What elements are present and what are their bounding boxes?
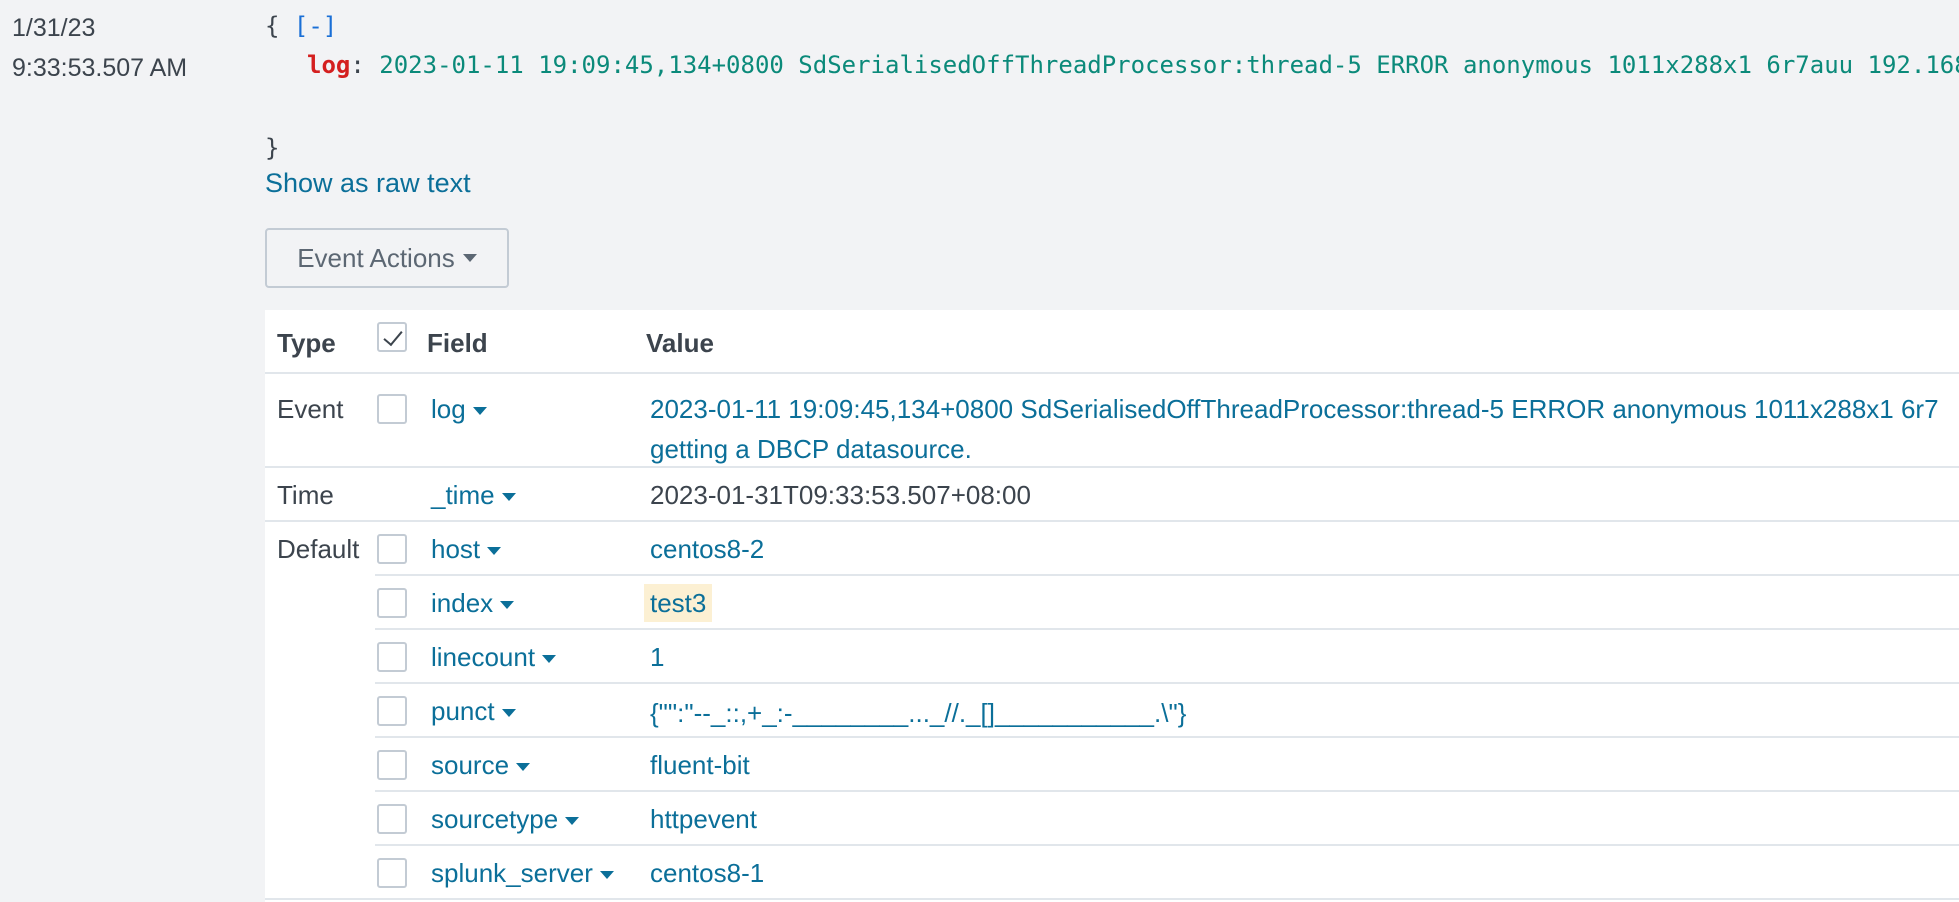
json-close-brace: } xyxy=(265,134,280,162)
show-raw-text-link[interactable]: Show as raw text xyxy=(265,168,471,199)
json-colon: : xyxy=(350,51,365,79)
value-host[interactable]: centos8-2 xyxy=(650,534,764,565)
value-time: 2023-01-31T09:33:53.507+08:00 xyxy=(650,480,1031,510)
event-date: 1/31/23 xyxy=(12,14,96,42)
table-header: Type Field Value xyxy=(265,310,1959,374)
field-checkbox-log[interactable] xyxy=(377,394,407,424)
field-linecount[interactable]: linecount xyxy=(431,642,557,673)
event-time: 9:33:53.507 AM xyxy=(12,54,188,82)
event-actions-label: Event Actions xyxy=(297,242,455,273)
field-host[interactable]: host xyxy=(431,534,502,565)
header-type: Type xyxy=(277,328,336,358)
fields-table: Type Field Value Event log 2023-01-11 19… xyxy=(265,310,1959,902)
table-row: source fluent-bit xyxy=(265,738,1959,790)
field-checkbox-host[interactable] xyxy=(377,534,407,564)
value-source[interactable]: fluent-bit xyxy=(650,750,750,781)
value-linecount[interactable]: 1 xyxy=(650,642,664,673)
caret-down-icon xyxy=(501,709,516,718)
value-log-line1[interactable]: 2023-01-11 19:09:45,134+0800 SdSerialise… xyxy=(650,394,1939,425)
table-row: Default host centos8-2 xyxy=(265,522,1959,574)
row-type: Time xyxy=(277,480,334,510)
json-collapse-toggle[interactable]: [-] xyxy=(294,12,337,40)
value-highlight: test3 xyxy=(644,584,713,622)
table-row: punct {"":"--_::,+_:-________..._//._[]_… xyxy=(265,684,1959,736)
field-checkbox-punct[interactable] xyxy=(377,696,407,726)
caret-down-icon xyxy=(516,763,531,772)
json-open-brace: { xyxy=(265,12,280,40)
field-checkbox-linecount[interactable] xyxy=(377,642,407,672)
field-punct[interactable]: punct xyxy=(431,696,516,727)
caret-down-icon xyxy=(501,493,516,502)
value-log-line2[interactable]: getting a DBCP datasource. xyxy=(650,434,972,465)
event-timestamp: 1/31/23 9:33:53.507 AM xyxy=(12,8,187,88)
caret-down-icon xyxy=(487,547,502,556)
caret-down-icon xyxy=(500,601,515,610)
caret-down-icon xyxy=(542,655,557,664)
caret-down-icon xyxy=(565,817,580,826)
header-field: Field xyxy=(427,328,488,358)
value-index[interactable]: test3 xyxy=(644,584,713,622)
field-time[interactable]: _time xyxy=(431,480,516,511)
table-row: sourcetype httpevent xyxy=(265,792,1959,844)
table-row: index test3 xyxy=(265,576,1959,628)
row-type: Event xyxy=(277,394,344,424)
field-checkbox-splunk-server[interactable] xyxy=(377,858,407,888)
field-source[interactable]: source xyxy=(431,750,531,781)
row-type: Default xyxy=(277,534,360,564)
event-actions-button[interactable]: Event Actions xyxy=(265,228,509,288)
value-punct[interactable]: {"":"--_::,+_:-________..._//._[]_______… xyxy=(650,698,1186,729)
field-checkbox-index[interactable] xyxy=(377,588,407,618)
value-sourcetype[interactable]: httpevent xyxy=(650,804,757,835)
value-splunk-server[interactable]: centos8-1 xyxy=(650,858,764,889)
select-all-checkbox[interactable] xyxy=(377,322,407,352)
field-checkbox-source[interactable] xyxy=(377,750,407,780)
field-checkbox-sourcetype[interactable] xyxy=(377,804,407,834)
table-row: splunk_server centos8-1 xyxy=(265,846,1959,898)
field-sourcetype[interactable]: sourcetype xyxy=(431,804,580,835)
field-splunk-server[interactable]: splunk_server xyxy=(431,858,615,889)
row-divider xyxy=(265,898,1959,900)
caret-down-icon xyxy=(600,871,615,880)
json-value-log[interactable]: 2023-01-11 19:09:45,134+0800 SdSerialise… xyxy=(379,51,1959,79)
json-key-log[interactable]: log xyxy=(307,51,350,79)
table-row: linecount 1 xyxy=(265,630,1959,682)
table-row: Event log 2023-01-11 19:09:45,134+0800 S… xyxy=(265,382,1959,466)
field-log[interactable]: log xyxy=(431,394,487,425)
header-value: Value xyxy=(646,328,714,358)
field-index[interactable]: index xyxy=(431,588,515,619)
table-row: Time _time 2023-01-31T09:33:53.507+08:00 xyxy=(265,468,1959,520)
caret-down-icon xyxy=(472,407,487,416)
caret-down-icon xyxy=(462,254,477,262)
